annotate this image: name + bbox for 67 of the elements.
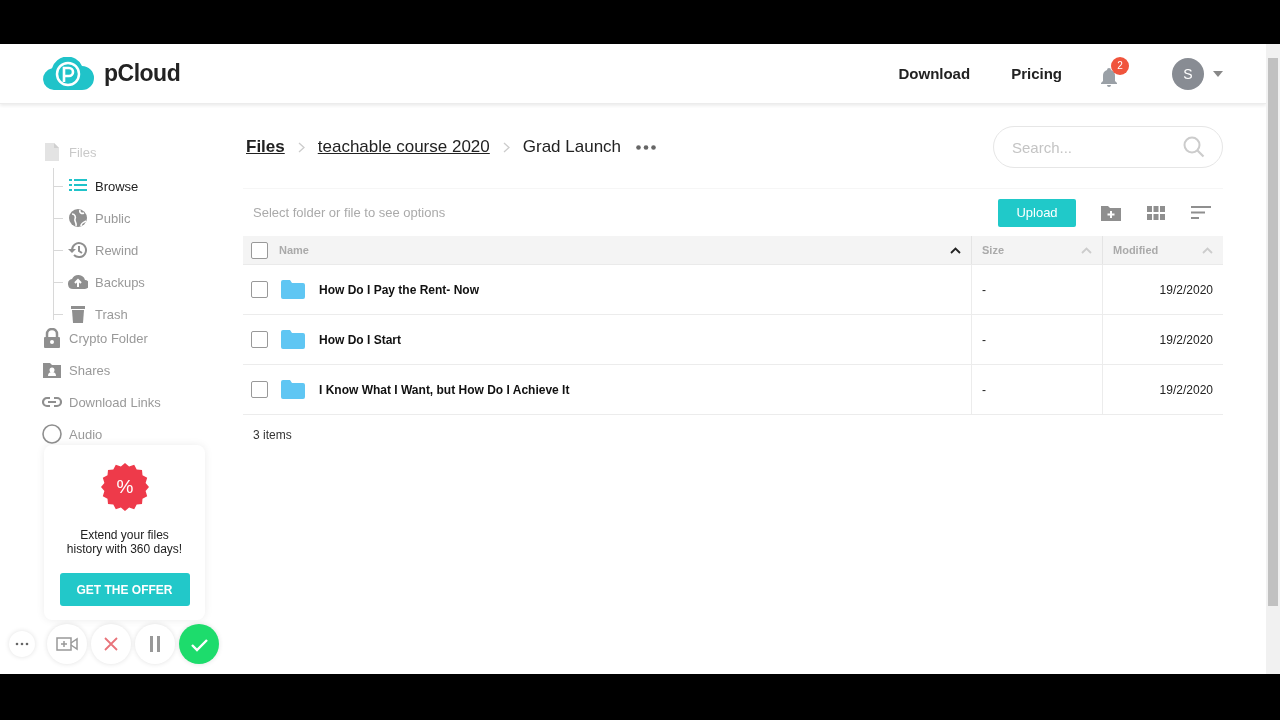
file-icon	[42, 142, 62, 162]
table-cell: -	[982, 382, 986, 397]
current-folder: Grad Launch	[522, 137, 622, 157]
shared-folder-icon	[42, 360, 62, 380]
column-header[interactable]: Name	[277, 236, 971, 264]
table-cell: -	[982, 282, 986, 297]
sort-icon	[1190, 206, 1211, 219]
select-all-checkbox[interactable]	[251, 241, 268, 259]
column-header[interactable]: Size	[971, 236, 1102, 264]
search-field[interactable]: Search...	[993, 126, 1223, 168]
sidebar-item[interactable]: Download Links	[42, 386, 243, 418]
done-button[interactable]	[179, 624, 219, 664]
sidebar-item[interactable]: Audio	[42, 418, 243, 450]
table-cell: 19/2/2020	[1159, 382, 1213, 397]
chevron-right-icon	[297, 141, 305, 153]
folder-plus-icon	[1100, 204, 1121, 221]
folder-icon	[281, 280, 305, 299]
table-cell: 19/2/2020	[1159, 332, 1213, 347]
trash-icon	[68, 304, 88, 324]
cloud-upload-icon	[68, 272, 88, 292]
folder-name[interactable]: I Know What I Want, but How Do I Achieve It	[319, 382, 570, 397]
offer-button[interactable]: GET THE OFFER	[59, 573, 190, 606]
row-checkbox[interactable]	[251, 331, 268, 348]
video-camera-icon	[56, 635, 78, 653]
sidebar-item[interactable]: Shares	[42, 354, 243, 386]
pause-button[interactable]	[135, 624, 175, 664]
more-button[interactable]	[634, 142, 659, 152]
table-cell: 19/2/2020	[1159, 282, 1213, 297]
pause-icon	[148, 635, 162, 653]
chevron-right-icon	[502, 141, 510, 153]
cancel-button[interactable]	[91, 624, 131, 664]
upload-button[interactable]: Upload	[998, 198, 1076, 227]
cloud-logo-icon	[42, 56, 94, 91]
more-icon	[636, 144, 657, 150]
folder-name[interactable]: How Do I Start	[319, 332, 401, 347]
close-icon	[103, 636, 119, 652]
nav-link[interactable]: Download	[898, 65, 971, 82]
search-icon	[1183, 136, 1205, 158]
camera-button[interactable]	[47, 624, 87, 664]
circle-icon	[42, 424, 62, 444]
lock-icon	[42, 328, 62, 348]
globe-icon	[68, 208, 88, 228]
column-header[interactable]: Modified	[1102, 236, 1223, 264]
row-checkbox[interactable]	[251, 381, 268, 398]
notification-badge: 2	[1111, 56, 1129, 75]
caret-icon	[1213, 70, 1223, 77]
scrollbar[interactable]	[1266, 44, 1280, 674]
bell-icon	[1099, 66, 1119, 87]
check-icon	[189, 636, 209, 652]
notifications-button[interactable]: 2	[1099, 56, 1131, 91]
percent-sign: %	[116, 477, 134, 497]
grid-icon	[1146, 205, 1165, 220]
item-count: 3 items	[252, 427, 293, 442]
folder-name[interactable]: How Do I Pay the Rent- Now	[319, 282, 479, 297]
toolbar-hint: Select folder or file to see options	[253, 205, 446, 220]
history-icon	[68, 240, 88, 260]
folder-icon	[281, 380, 305, 399]
user-avatar[interactable]: S	[1172, 57, 1204, 90]
nav-link[interactable]: Pricing	[1011, 65, 1062, 82]
row-checkbox[interactable]	[251, 281, 268, 298]
logo-text: pCloud	[104, 60, 181, 87]
breadcrumb-link[interactable]: Files	[246, 137, 285, 157]
breadcrumb-link[interactable]: teachable course 2020	[317, 137, 490, 157]
promo-text: Extend your files history with 360 days!	[65, 528, 184, 556]
seal-icon	[99, 462, 150, 512]
table-cell: -	[982, 332, 986, 347]
folder-icon	[281, 330, 305, 349]
